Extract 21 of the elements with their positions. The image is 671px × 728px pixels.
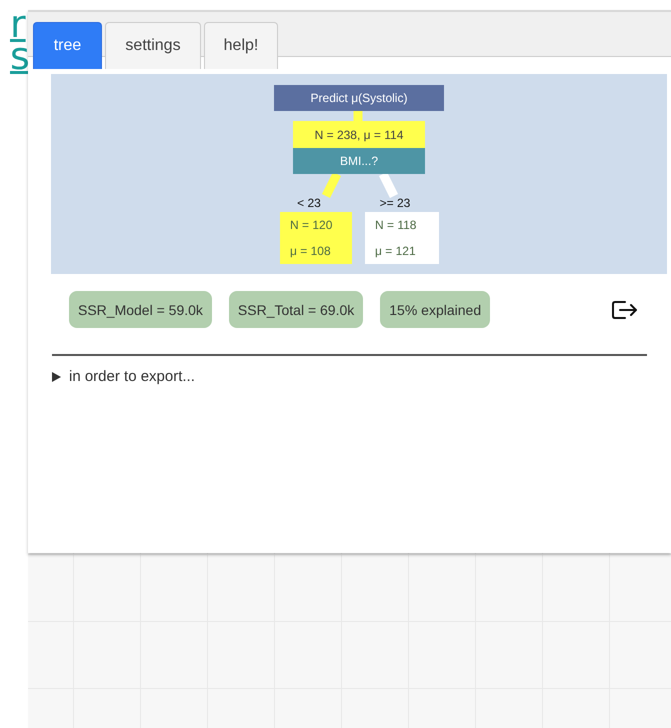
- export-icon[interactable]: [611, 298, 638, 320]
- tree-title: Predict μ(Systolic): [274, 85, 444, 111]
- node-mean: μ = 121: [365, 238, 439, 264]
- tab[interactable]: tree: [33, 22, 102, 69]
- connector: [354, 111, 362, 121]
- node-count: N = 120: [280, 212, 352, 238]
- stat-chip: 15% explained: [380, 291, 490, 328]
- stat-chip: SSR_Model = 59.0k: [69, 291, 212, 328]
- connector: [322, 172, 342, 198]
- disclosure-icon[interactable]: [52, 372, 61, 382]
- branch-condition: < 23: [296, 195, 322, 211]
- split-label: BMI...?: [293, 148, 425, 174]
- tab[interactable]: settings: [105, 22, 201, 69]
- connector: [378, 172, 398, 198]
- stat-chip: SSR_Total = 69.0k: [228, 291, 364, 328]
- branch-condition: >= 23: [378, 195, 412, 211]
- node-stats: N = 238, μ = 114: [293, 121, 425, 148]
- tab[interactable]: help!: [204, 22, 278, 69]
- node-count: N = 118: [365, 212, 439, 238]
- disclosure-label[interactable]: in order to export...: [69, 368, 195, 385]
- node-mean: μ = 108: [280, 238, 352, 264]
